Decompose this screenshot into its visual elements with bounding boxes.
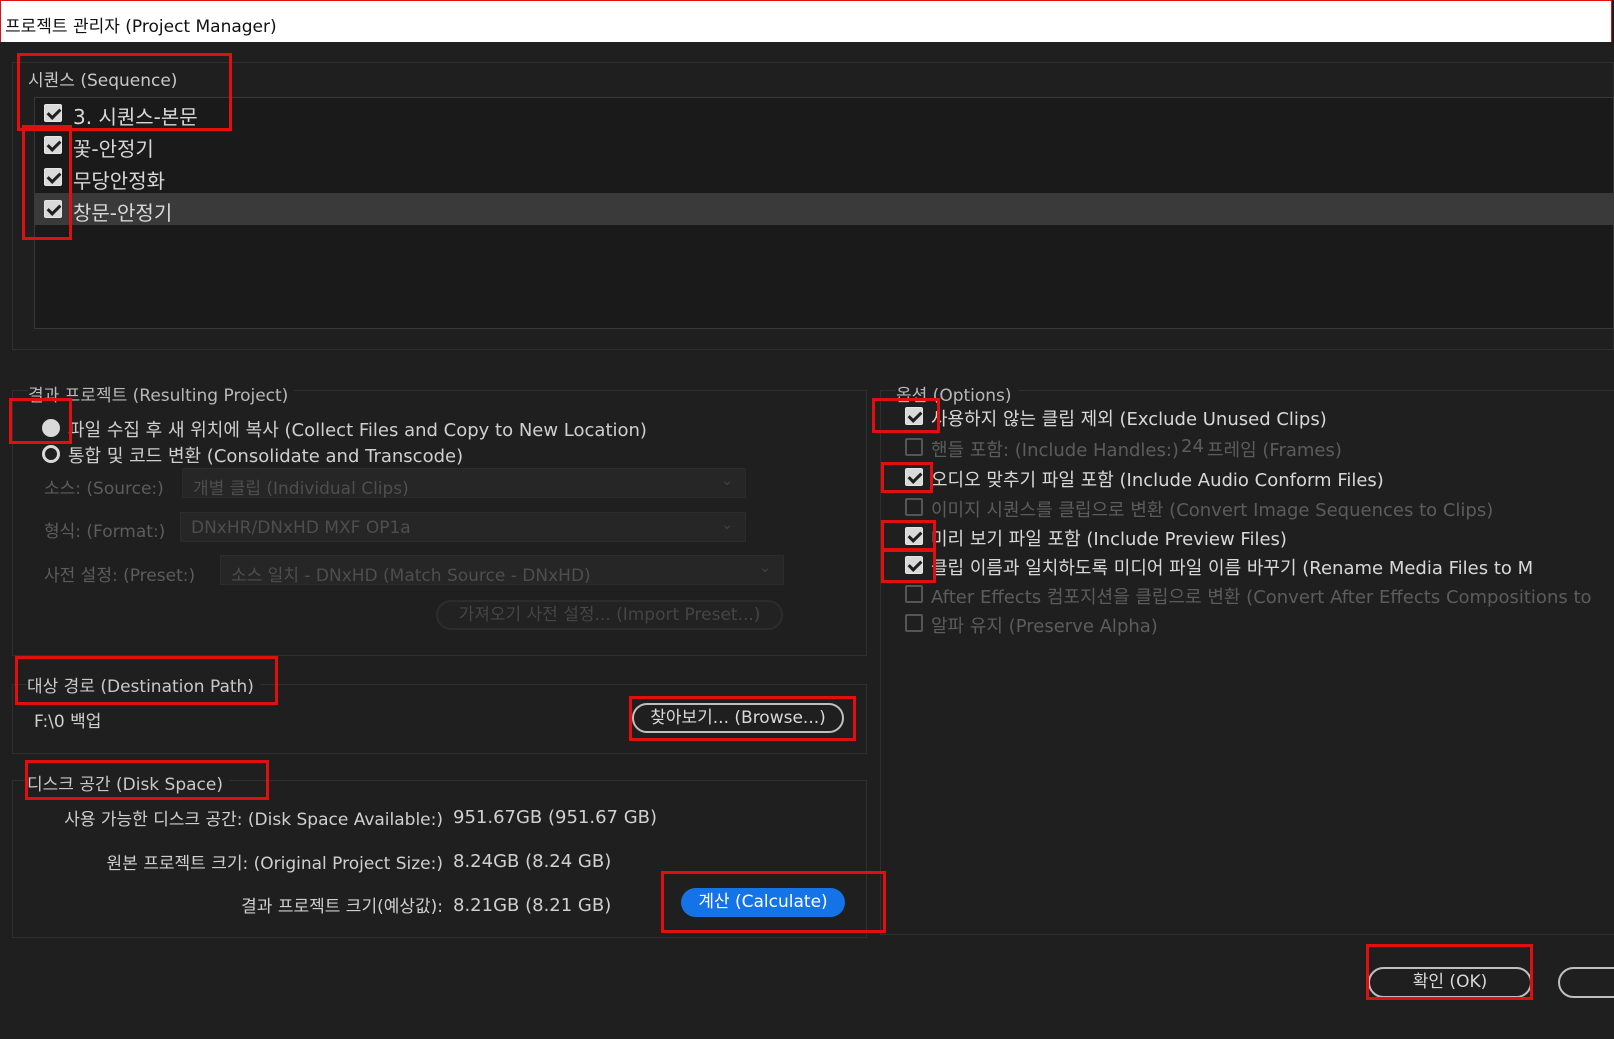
sequence-checkbox-3[interactable] — [44, 168, 62, 186]
convert-ae-label: After Effects 컴포지션을 클립으로 변환 (Convert Aft… — [931, 587, 1592, 608]
source-select[interactable]: 개별 클립 (Individual Clips) ⌄ — [182, 468, 746, 499]
include-handles-label: 핸들 포함: (Include Handles:) — [931, 440, 1179, 461]
collect-files-radio[interactable] — [42, 419, 60, 437]
disk-space-legend: 디스크 공간 (Disk Space) — [27, 770, 229, 795]
sequence-item-4[interactable] — [34, 193, 1614, 225]
format-value: DNxHR/DNxHD MXF OP1a — [191, 518, 411, 538]
sequence-checkbox-4[interactable] — [44, 200, 62, 218]
include-preview-checkbox[interactable] — [905, 527, 923, 545]
disk-available-label: 사용 가능한 디스크 공간: (Disk Space Available:) — [64, 810, 443, 830]
sequence-checkbox-2[interactable] — [44, 136, 62, 154]
cancel-button[interactable] — [1558, 967, 1614, 998]
include-audio-label: 오디오 맞추기 파일 포함 (Include Audio Conform Fil… — [931, 470, 1384, 491]
ok-button[interactable]: 확인 (OK) — [1368, 967, 1532, 998]
convert-image-seq-checkbox[interactable] — [905, 498, 923, 516]
convert-image-seq-label: 이미지 시퀀스를 클립으로 변환 (Convert Image Sequence… — [931, 500, 1494, 521]
sequence-legend: 시퀀스 (Sequence) — [28, 71, 178, 91]
calculate-button[interactable]: 계산 (Calculate) — [681, 888, 845, 917]
source-value: 개별 클립 (Individual Clips) — [193, 479, 409, 499]
preset-value: 소스 일치 - DNxHD (Match Source - DNxHD) — [231, 566, 591, 586]
rename-media-checkbox[interactable] — [905, 556, 923, 574]
title-bar: 프로젝트 관리자 (Project Manager) — [0, 0, 1612, 42]
consolidate-radio[interactable] — [42, 445, 60, 463]
preserve-alpha-label: 알파 유지 (Preserve Alpha) — [931, 616, 1158, 637]
destination-path: F:\0 백업 — [34, 712, 102, 732]
exclude-unused-label: 사용하지 않는 클립 제외 (Exclude Unused Clips) — [931, 409, 1327, 430]
result-size-value: 8.21GB (8.21 GB) — [453, 895, 612, 916]
resulting-project-legend: 결과 프로젝트 (Resulting Project) — [28, 381, 295, 406]
sequence-item-1[interactable] — [34, 97, 1614, 129]
browse-button[interactable]: 찾아보기... (Browse...) — [632, 703, 844, 733]
sequence-item-3[interactable] — [34, 161, 1614, 193]
preset-label: 사전 설정: (Preset:) — [44, 566, 196, 586]
handles-unit: 프레임 (Frames) — [1207, 440, 1342, 461]
sequence-checkbox-1[interactable] — [44, 104, 62, 122]
chevron-down-icon: ⌄ — [721, 517, 733, 533]
import-preset-button[interactable]: 가져오기 사전 설정... (Import Preset...) — [436, 600, 783, 630]
sequence-item-label: 3. 시퀀스-본문 — [73, 105, 198, 129]
handles-value[interactable]: 24 — [1181, 436, 1204, 457]
destination-legend: 대상 경로 (Destination Path) — [27, 672, 260, 697]
format-label: 형식: (Format:) — [44, 522, 166, 542]
include-preview-label: 미리 보기 파일 포함 (Include Preview Files) — [931, 529, 1287, 550]
options-legend: 옵션 (Options) — [896, 381, 1018, 406]
include-handles-checkbox[interactable] — [905, 438, 923, 456]
preset-select[interactable]: 소스 일치 - DNxHD (Match Source - DNxHD) ⌄ — [220, 555, 784, 586]
window-title: 프로젝트 관리자 (Project Manager) — [5, 17, 277, 37]
exclude-unused-checkbox[interactable] — [905, 407, 923, 425]
sequence-item-label: 꽃-안정기 — [73, 137, 154, 161]
result-size-label: 결과 프로젝트 크기(예상값): — [241, 897, 443, 917]
disk-available-value: 951.67GB (951.67 GB) — [453, 807, 658, 828]
sequence-item-label: 무당안정화 — [73, 169, 165, 193]
original-size-label: 원본 프로젝트 크기: (Original Project Size:) — [106, 854, 443, 874]
source-label: 소스: (Source:) — [44, 479, 164, 499]
include-audio-checkbox[interactable] — [905, 468, 923, 486]
sequence-item-2[interactable] — [34, 129, 1614, 161]
convert-ae-checkbox[interactable] — [905, 585, 923, 603]
chevron-down-icon: ⌄ — [721, 473, 733, 489]
consolidate-label: 통합 및 코드 변환 (Consolidate and Transcode) — [68, 446, 464, 467]
rename-media-label: 클립 이름과 일치하도록 미디어 파일 이름 바꾸기 (Rename Media… — [931, 558, 1534, 579]
format-select[interactable]: DNxHR/DNxHD MXF OP1a ⌄ — [180, 512, 746, 542]
sequence-item-label: 창문-안정기 — [73, 201, 173, 225]
chevron-down-icon: ⌄ — [759, 560, 771, 576]
collect-files-label: 파일 수집 후 새 위치에 복사 (Collect Files and Copy… — [68, 420, 647, 441]
original-size-value: 8.24GB (8.24 GB) — [453, 851, 612, 872]
preserve-alpha-checkbox[interactable] — [905, 614, 923, 632]
